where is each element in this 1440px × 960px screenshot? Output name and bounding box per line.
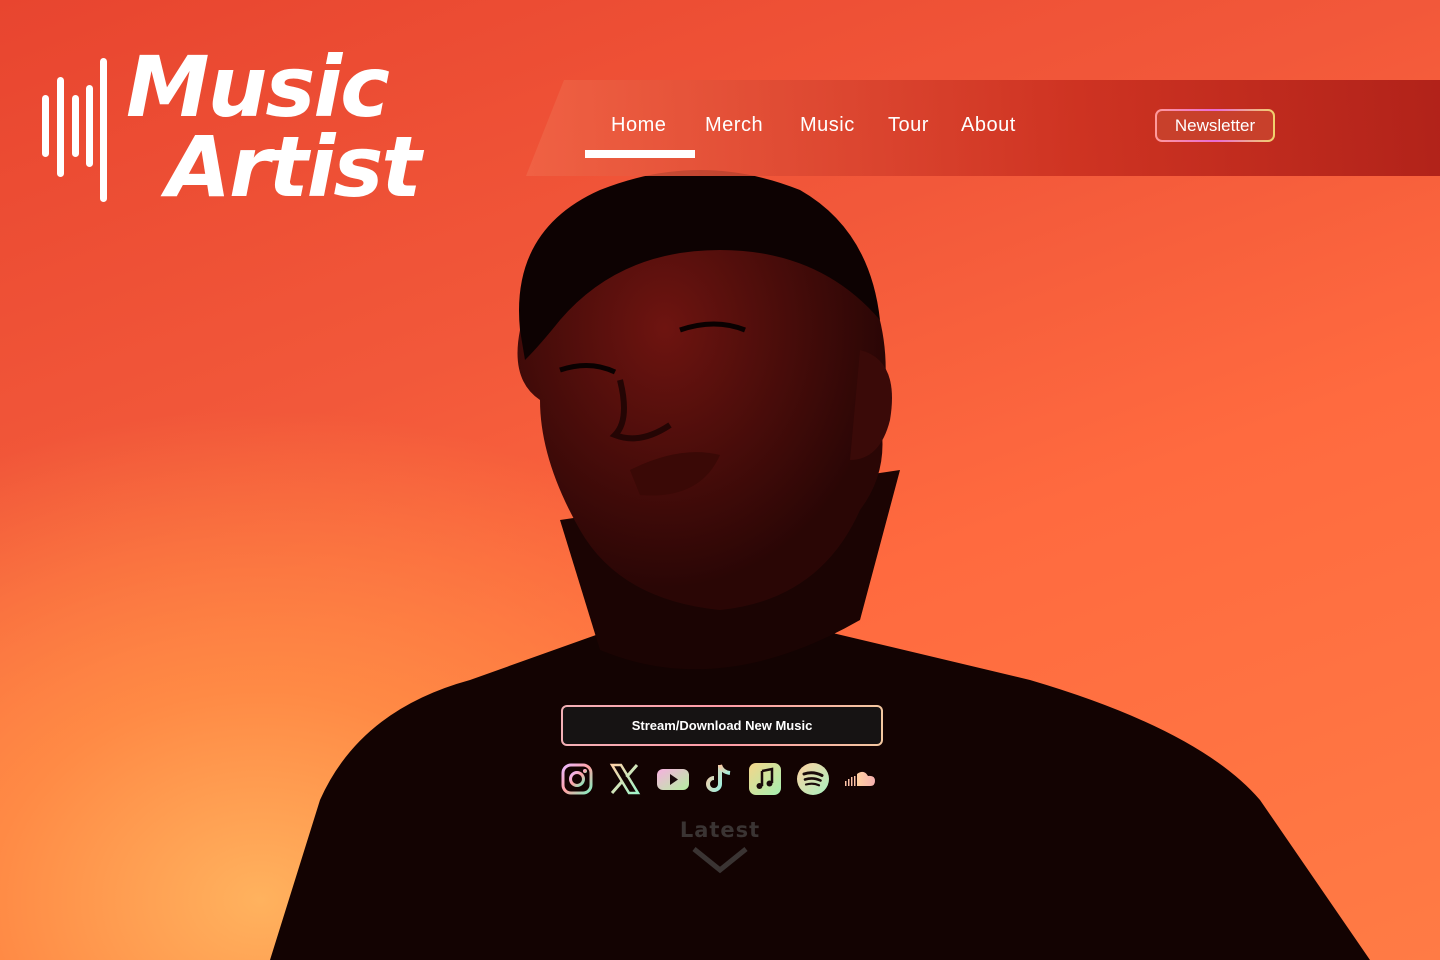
nav-item-tour[interactable]: Tour (888, 114, 929, 137)
soundcloud-icon[interactable] (843, 762, 877, 796)
site-logo[interactable]: Music Artist (40, 38, 480, 216)
logo-text-line2: Artist (166, 118, 422, 216)
newsletter-button[interactable]: Newsletter (1155, 109, 1275, 142)
youtube-icon[interactable] (656, 762, 690, 796)
soundwave-icon (40, 52, 110, 202)
instagram-icon[interactable] (560, 762, 594, 796)
spotify-icon[interactable] (796, 762, 830, 796)
social-links (560, 762, 890, 798)
nav-item-about[interactable]: About (961, 114, 1016, 137)
stream-download-button[interactable]: Stream/Download New Music (561, 705, 883, 746)
chevron-down-icon[interactable] (691, 846, 749, 874)
x-icon[interactable] (608, 762, 642, 796)
nav-item-merch[interactable]: Merch (705, 114, 763, 137)
tiktok-icon[interactable] (702, 762, 736, 796)
main-nav: Home Merch Music Tour About Newsletter (526, 80, 1440, 176)
nav-item-home[interactable]: Home (611, 114, 666, 137)
nav-item-music[interactable]: Music (800, 114, 855, 137)
nav-active-indicator (585, 150, 695, 158)
apple-music-icon[interactable] (748, 762, 782, 796)
latest-label[interactable]: Latest (650, 818, 790, 842)
